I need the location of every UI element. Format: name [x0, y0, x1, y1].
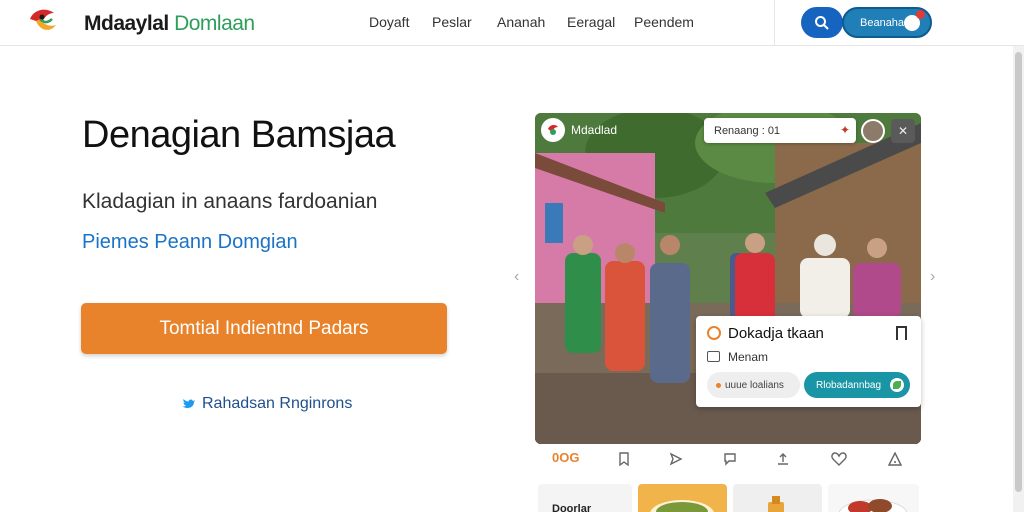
- hero-subtitle: Kladagian in anaans fardoanian: [82, 190, 378, 213]
- twitter-icon: [182, 399, 195, 409]
- leaf-icon: [890, 378, 904, 392]
- event-info-card[interactable]: Dokadja tkaan Menam uuue loalians Rlobad…: [696, 316, 921, 407]
- dish-image: [838, 499, 908, 512]
- search-icon: [815, 15, 829, 30]
- brand-name-part2: Domlaan: [174, 12, 255, 35]
- scrollbar-thumb[interactable]: [1015, 52, 1022, 492]
- bookmark-icon[interactable]: [896, 326, 907, 340]
- nav-item-3[interactable]: Ananah: [497, 14, 545, 30]
- event-tag-right[interactable]: Rlobadannbag: [804, 372, 910, 398]
- heart-icon[interactable]: [829, 449, 849, 469]
- thumbnail-card-4[interactable]: [828, 484, 919, 512]
- thumbnail-card-1[interactable]: Doorlar: [538, 484, 632, 512]
- expand-icon[interactable]: ✕: [891, 119, 915, 143]
- comment-icon[interactable]: [720, 449, 740, 469]
- photo-brand-chip[interactable]: Mdadlad: [541, 118, 617, 142]
- chevron-right-icon[interactable]: ›: [930, 268, 935, 286]
- notification-badge: [916, 10, 925, 19]
- twitter-link[interactable]: Rahadsan Rnginrons: [182, 395, 352, 413]
- header-divider: [774, 0, 775, 46]
- tag-icon: ✦: [839, 123, 850, 137]
- cta-button[interactable]: Tomtial Indientnd Padars: [81, 303, 447, 354]
- share-icon[interactable]: [666, 449, 686, 469]
- nav-item-4[interactable]: Eeragal: [567, 14, 615, 30]
- brand-name[interactable]: Mdaaylal Domlaan: [84, 12, 255, 36]
- food-bowl-image: [650, 500, 714, 512]
- bookmark-icon[interactable]: [614, 449, 634, 469]
- nav-item-5[interactable]: Peendem: [634, 14, 694, 30]
- upload-icon[interactable]: [773, 449, 793, 469]
- photo-brand-label: Mdadlad: [571, 123, 618, 137]
- event-subtitle: Menam: [728, 350, 769, 364]
- photo-search-text: Renaang : 01: [714, 124, 781, 137]
- photo-brand-logo-icon: [541, 118, 565, 142]
- alert-icon[interactable]: [885, 449, 905, 469]
- search-button[interactable]: [801, 7, 843, 38]
- account-button-label: Beanahaa: [860, 16, 911, 29]
- thumbnail-card-3[interactable]: [733, 484, 822, 512]
- event-tag-right-label: Rlobadannbag: [816, 379, 882, 391]
- event-tag-left[interactable]: uuue loalians: [707, 372, 800, 398]
- drink-image: [768, 496, 784, 512]
- photo-search-chip[interactable]: Renaang : 01 ✦: [704, 118, 856, 143]
- thumbnail-card-2[interactable]: [638, 484, 727, 512]
- brand-name-part1: Mdaaylal: [84, 12, 169, 35]
- nav-item-2[interactable]: Peslar: [432, 14, 472, 30]
- event-tag-left-label: uuue loalians: [725, 379, 784, 391]
- photo-avatar[interactable]: [861, 119, 885, 143]
- top-navbar: Mdaaylal Domlaan Doyaft Peslar Ananah Ee…: [0, 0, 1024, 46]
- hero-title: Denagian Bamsjaa: [82, 114, 396, 156]
- nav-item-1[interactable]: Doyaft: [369, 14, 409, 30]
- thumbnail-card-1-label: Doorlar: [552, 503, 592, 512]
- image-icon: [707, 351, 720, 362]
- hero-link[interactable]: Piemes Peann Domgian: [82, 231, 298, 254]
- chevron-left-icon[interactable]: ‹: [514, 268, 519, 286]
- logo-icon[interactable]: [26, 5, 60, 39]
- account-button[interactable]: Beanahaa: [842, 7, 932, 38]
- page: Mdaaylal Domlaan Doyaft Peslar Ananah Ee…: [0, 0, 1024, 512]
- location-icon: [707, 326, 721, 340]
- action-count-label[interactable]: 0OG: [552, 450, 579, 465]
- twitter-link-label: Rahadsan Rnginrons: [202, 395, 353, 412]
- event-title: Dokadja tkaan: [728, 325, 824, 342]
